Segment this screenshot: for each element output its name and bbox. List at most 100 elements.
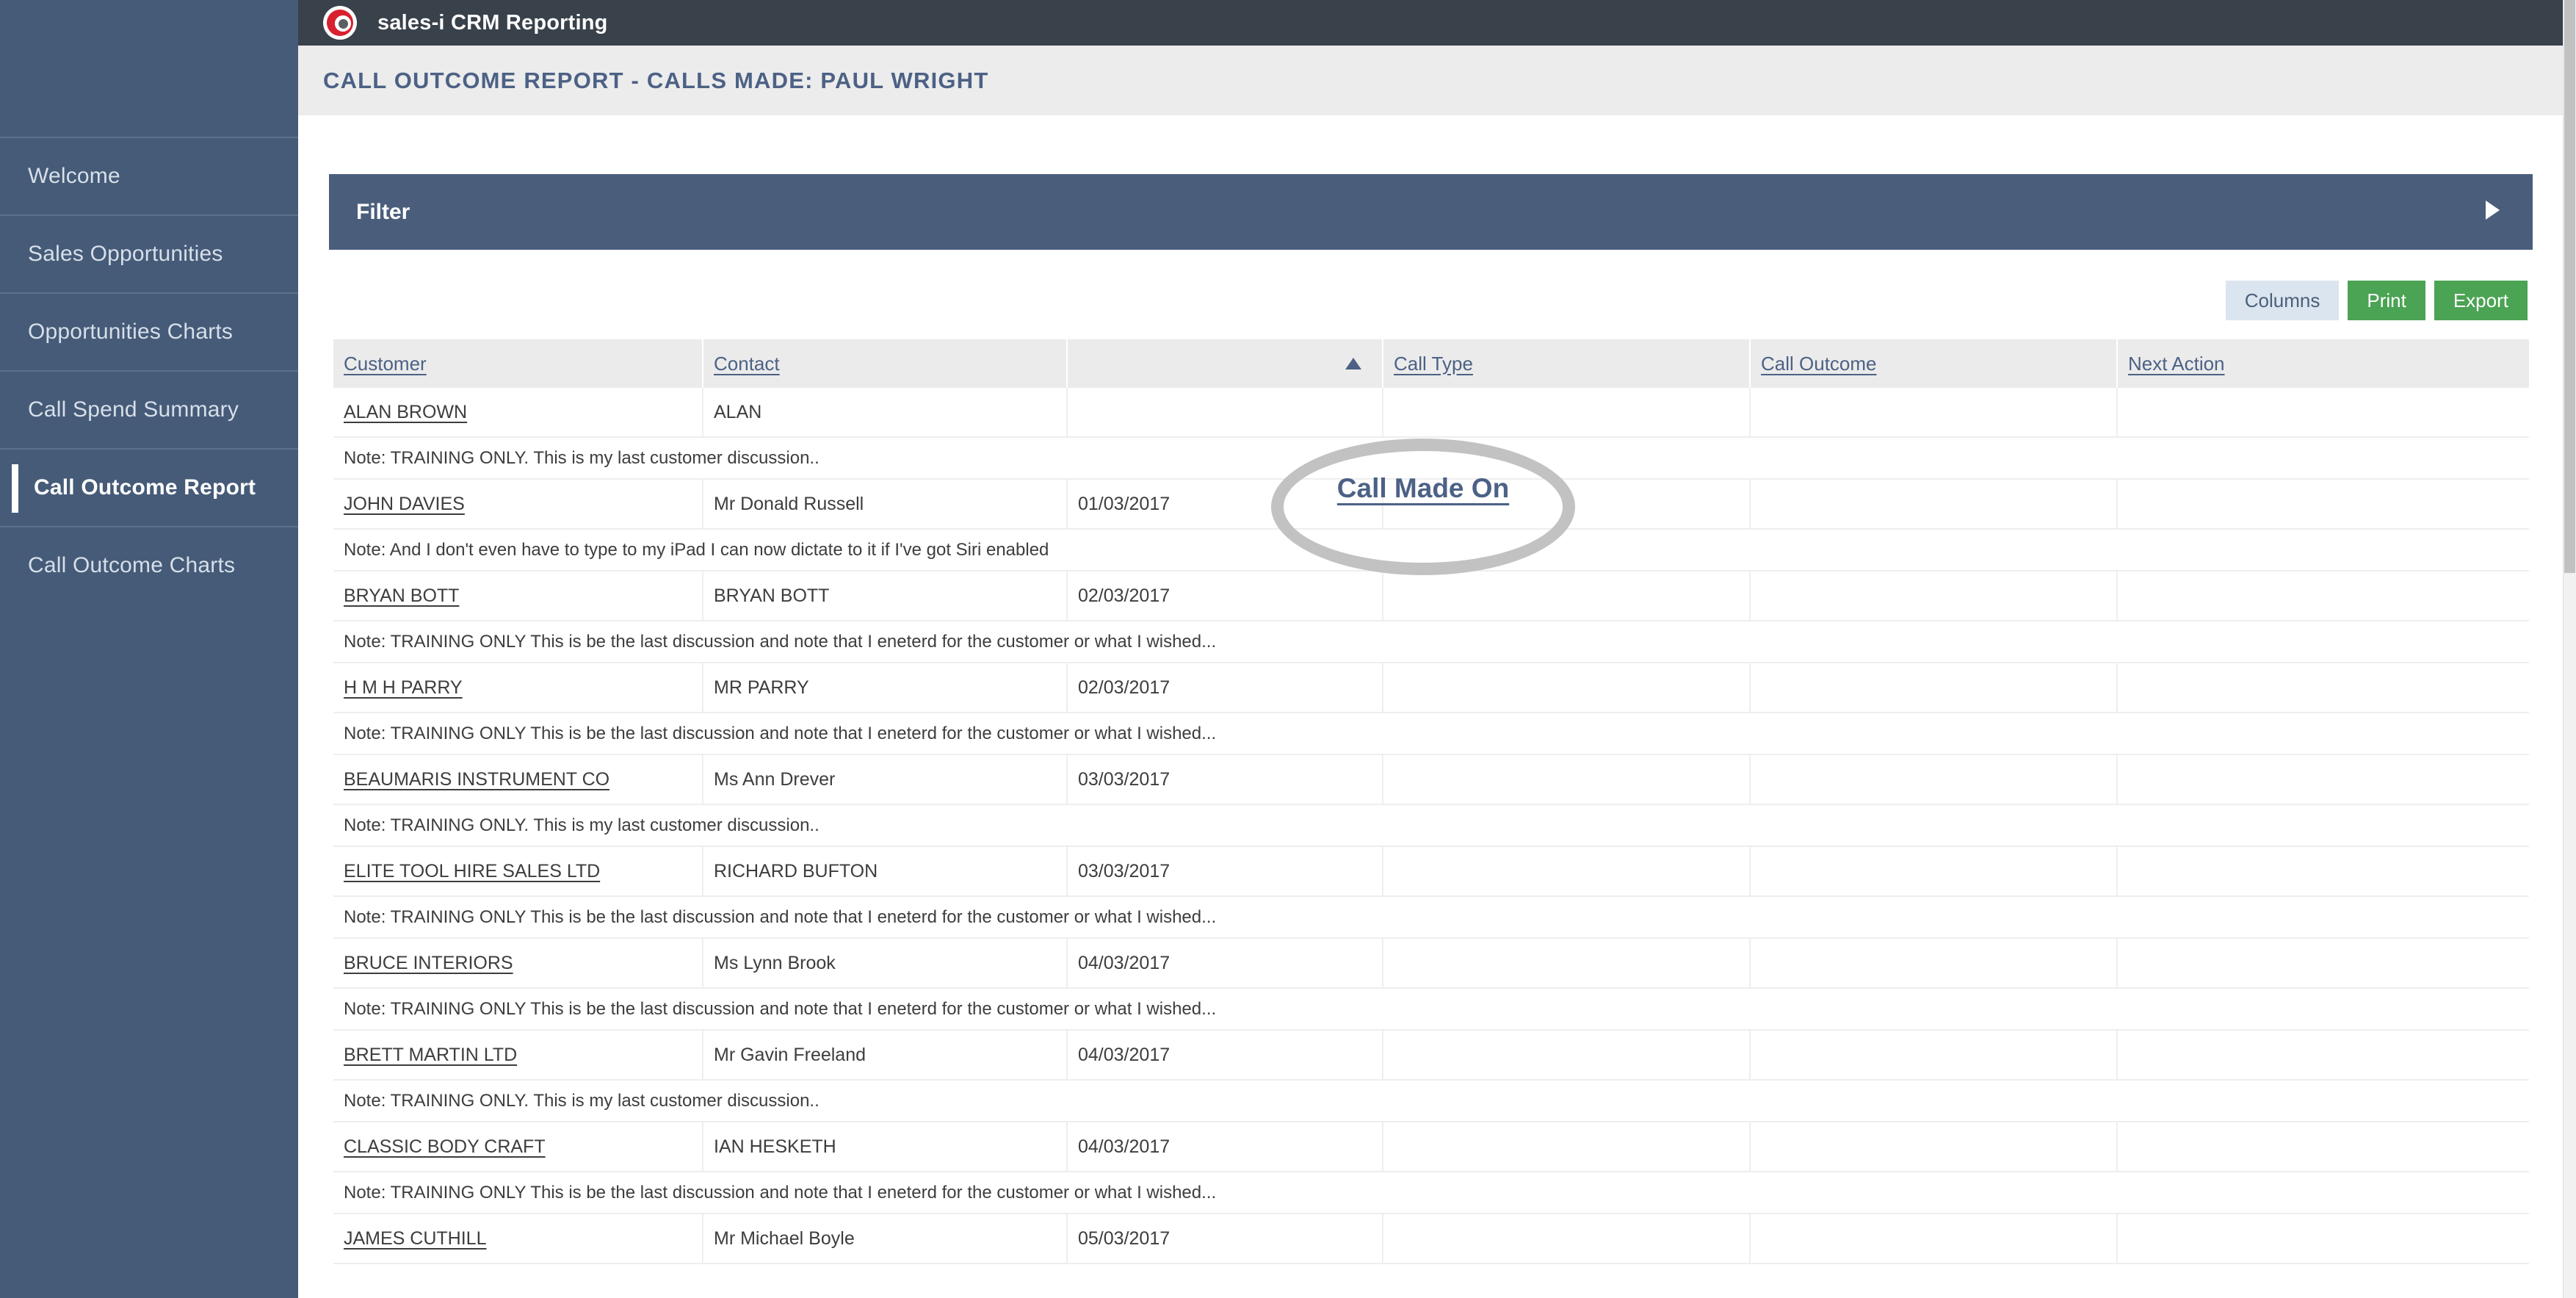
table-row[interactable]: CLASSIC BODY CRAFT IAN HESKETH 04/03/2017: [333, 1122, 2529, 1172]
customer-link[interactable]: BRYAN BOTT: [344, 585, 459, 607]
cell-contact: ALAN: [703, 388, 1068, 436]
cell-next-action: [2118, 1214, 2529, 1263]
annotation-call-made-on-label[interactable]: Call Made On: [1271, 473, 1575, 504]
column-header-call-type[interactable]: Call Type: [1383, 339, 1751, 388]
cell-call-outcome: [1751, 847, 2118, 895]
customer-link[interactable]: JAMES CUTHILL: [344, 1228, 486, 1250]
customer-link[interactable]: CLASSIC BODY CRAFT: [344, 1136, 546, 1158]
cell-call-made-on: 04/03/2017: [1068, 1031, 1383, 1079]
cell-call-made-on: 03/03/2017: [1068, 847, 1383, 895]
cell-call-made-on: 04/03/2017: [1068, 1122, 1383, 1171]
table-note-row: Note: TRAINING ONLY. This is my last cus…: [333, 1081, 2529, 1122]
column-header-next-action[interactable]: Next Action: [2118, 339, 2529, 388]
column-header-call-made-on[interactable]: Call Made On: [1068, 339, 1383, 388]
filter-panel[interactable]: Filter: [329, 174, 2533, 250]
sidebar-item-call-outcome-report[interactable]: Call Outcome Report: [0, 448, 298, 526]
cell-text: RICHARD BUFTON: [714, 860, 878, 881]
cell-call-made-on: 02/03/2017: [1068, 572, 1383, 620]
column-header-customer[interactable]: Customer: [333, 339, 703, 388]
cell-text: 02/03/2017: [1078, 585, 1171, 606]
sidebar-item-label: Opportunities Charts: [28, 320, 234, 344]
cell-text: ALAN: [714, 401, 762, 422]
table-row[interactable]: H M H PARRY MR PARRY 02/03/2017: [333, 663, 2529, 713]
cell-text: Mr Michael Boyle: [714, 1227, 855, 1249]
cell-text: 04/03/2017: [1078, 952, 1171, 973]
cell-text: 02/03/2017: [1078, 677, 1171, 698]
note-text: Note: TRAINING ONLY. This is my last cus…: [344, 447, 820, 468]
table-row[interactable]: JAMES CUTHILL Mr Michael Boyle 05/03/2017: [333, 1214, 2529, 1264]
page-scrollbar-thumb[interactable]: [2564, 0, 2575, 573]
cell-next-action: [2118, 480, 2529, 528]
table-row[interactable]: BRYAN BOTT BRYAN BOTT 02/03/2017: [333, 572, 2529, 621]
cell-customer: CLASSIC BODY CRAFT: [333, 1122, 703, 1171]
cell-call-outcome: [1751, 1031, 2118, 1079]
cell-call-type: [1383, 755, 1751, 804]
customer-link[interactable]: BEAUMARIS INSTRUMENT CO: [344, 769, 609, 790]
customer-link[interactable]: ALAN BROWN: [344, 402, 467, 423]
table-note-row: Note: TRAINING ONLY This is be the last …: [333, 713, 2529, 755]
note-text: Note: TRAINING ONLY This is be the last …: [344, 1182, 1217, 1203]
cell-contact: Ms Lynn Brook: [703, 939, 1068, 987]
cell-next-action: [2118, 755, 2529, 804]
app-root: Welcome Sales Opportunities Opportunities …: [0, 0, 2576, 1298]
page-title: CALL OUTCOME REPORT - CALLS MADE: PAUL W…: [323, 67, 989, 93]
customer-link[interactable]: BRETT MARTIN LTD: [344, 1045, 517, 1066]
sidebar-item-call-outcome-charts[interactable]: Call Outcome Charts: [0, 526, 298, 604]
customer-link[interactable]: H M H PARRY: [344, 677, 463, 699]
cell-contact: Ms Ann Drever: [703, 755, 1068, 804]
sidebar: Welcome Sales Opportunities Opportunities …: [0, 0, 298, 1298]
note-text: Note: TRAINING ONLY This is be the last …: [344, 631, 1217, 652]
column-header-call-outcome-label[interactable]: Call Outcome: [1761, 353, 1877, 375]
sidebar-item-label: Sales Opportunities: [28, 242, 223, 266]
column-header-contact[interactable]: Contact: [703, 339, 1068, 388]
table-row[interactable]: ELITE TOOL HIRE SALES LTD RICHARD BUFTON 0…: [333, 847, 2529, 897]
cell-customer: JAMES CUTHILL: [333, 1214, 703, 1263]
column-header-call-outcome[interactable]: Call Outcome: [1751, 339, 2118, 388]
sidebar-nav-list: Welcome Sales Opportunities Opportunities …: [0, 137, 298, 604]
cell-text: 03/03/2017: [1078, 768, 1171, 790]
cell-customer: ELITE TOOL HIRE SALES LTD: [333, 847, 703, 895]
column-header-contact-label[interactable]: Contact: [714, 353, 780, 375]
column-header-customer-label[interactable]: Customer: [344, 353, 427, 375]
sidebar-item-opportunities-charts[interactable]: Opportunities Charts: [0, 292, 298, 370]
sidebar-item-sales-opportunities[interactable]: Sales Opportunities: [0, 214, 298, 292]
triangle-up-icon[interactable]: [1345, 358, 1361, 369]
table-row[interactable]: BRUCE INTERIORS Ms Lynn Brook 04/03/2017: [333, 939, 2529, 989]
cell-text: BRYAN BOTT: [714, 585, 830, 606]
cell-contact: Mr Donald Russell: [703, 480, 1068, 528]
note-text: Note: TRAINING ONLY. This is my last cus…: [344, 815, 820, 835]
cell-call-type: [1383, 663, 1751, 712]
cell-call-type: [1383, 1214, 1751, 1263]
main-content: Filter Columns Print Export Customer Con…: [298, 115, 2563, 1298]
customer-link[interactable]: ELITE TOOL HIRE SALES LTD: [344, 861, 600, 882]
cell-next-action: [2118, 572, 2529, 620]
cell-call-outcome: [1751, 939, 2118, 987]
sidebar-item-label: Welcome: [28, 164, 120, 188]
customer-link[interactable]: JOHN DAVIES: [344, 494, 465, 515]
sidebar-item-call-spend-summary[interactable]: Call Spend Summary: [0, 370, 298, 448]
table-row[interactable]: BRETT MARTIN LTD Mr Gavin Freeland 04/03/2…: [333, 1031, 2529, 1081]
columns-button[interactable]: Columns: [2225, 281, 2340, 320]
cell-customer: BEAUMARIS INSTRUMENT CO: [333, 755, 703, 804]
table-note-row: Note: TRAINING ONLY This is be the last …: [333, 621, 2529, 663]
triangle-right-icon[interactable]: [2486, 201, 2500, 220]
column-header-next-action-label[interactable]: Next Action: [2128, 353, 2225, 375]
sales-i-target-logo-icon: [323, 6, 357, 40]
cell-call-made-on: 02/03/2017: [1068, 663, 1383, 712]
logo-center-dot-icon: [339, 19, 348, 29]
table-toolbar: Columns Print Export: [2225, 281, 2528, 320]
sidebar-item-label: Call Outcome Report: [34, 475, 256, 500]
page-scrollbar-track[interactable]: [2563, 0, 2576, 1298]
sidebar-item-welcome[interactable]: Welcome: [0, 137, 298, 214]
cell-customer: ALAN BROWN: [333, 388, 703, 436]
column-header-call-type-label[interactable]: Call Type: [1394, 353, 1473, 375]
table-row[interactable]: ALAN BROWN ALAN: [333, 388, 2529, 438]
print-button[interactable]: Print: [2348, 281, 2425, 320]
export-button[interactable]: Export: [2434, 281, 2528, 320]
cell-call-outcome: [1751, 663, 2118, 712]
note-text: Note: And I don't even have to type to m…: [344, 539, 1049, 560]
cell-text: 04/03/2017: [1078, 1136, 1171, 1157]
cell-call-made-on: 03/03/2017: [1068, 755, 1383, 804]
table-row[interactable]: BEAUMARIS INSTRUMENT CO Ms Ann Drever 03/0…: [333, 755, 2529, 805]
customer-link[interactable]: BRUCE INTERIORS: [344, 953, 513, 974]
